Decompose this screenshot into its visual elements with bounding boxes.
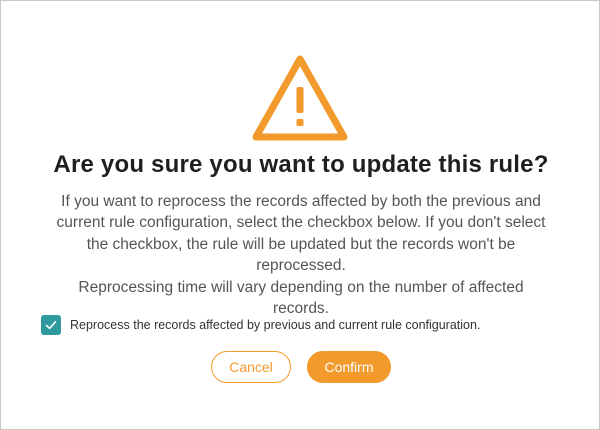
- reprocess-checkbox-label[interactable]: Reprocess the records affected by previo…: [70, 318, 480, 332]
- message-line: current rule configuration, select the c…: [56, 214, 546, 232]
- checkmark-icon: [45, 321, 57, 330]
- confirm-update-rule-dialog: Are you sure you want to update this rul…: [0, 0, 600, 430]
- dialog-message: If you want to reprocess the records aff…: [41, 191, 561, 319]
- dialog-title: Are you sure you want to update this rul…: [53, 151, 549, 178]
- message-line: reprocessed.: [256, 257, 346, 275]
- message-line: Reprocessing time will vary depending on…: [78, 278, 524, 296]
- message-line: If you want to reprocess the records aff…: [61, 193, 541, 210]
- cancel-button[interactable]: Cancel: [211, 351, 291, 383]
- message-line: the checkbox, the rule will be updated b…: [86, 235, 516, 253]
- warning-triangle-icon: [252, 55, 348, 141]
- confirm-button[interactable]: Confirm: [307, 351, 391, 383]
- reprocess-checkbox[interactable]: [41, 315, 61, 335]
- reprocess-option: Reprocess the records affected by previo…: [41, 315, 480, 335]
